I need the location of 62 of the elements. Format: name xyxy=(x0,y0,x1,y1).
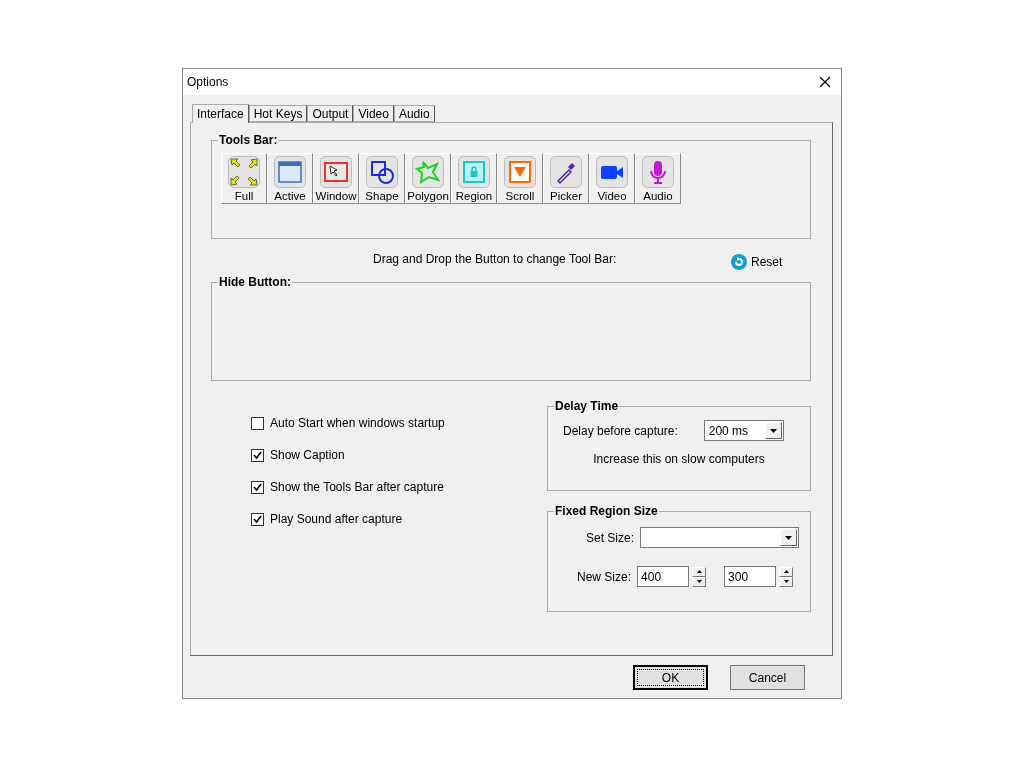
shapes-icon xyxy=(366,156,398,188)
cursor-icon xyxy=(320,156,352,188)
caret-up-icon xyxy=(783,570,789,573)
checkbox-label: Show the Tools Bar after capture xyxy=(270,480,444,494)
checkbox-label: Auto Start when windows startup xyxy=(270,416,445,430)
tab[interactable]: Output xyxy=(307,105,354,122)
caret-down-icon xyxy=(696,580,702,583)
tool-button[interactable]: Picker xyxy=(543,153,589,204)
lock-icon xyxy=(458,156,490,188)
checkbox[interactable] xyxy=(251,448,264,462)
field-label: New Size: xyxy=(577,569,632,584)
hint-text: Drag and Drop the Button to change Tool Bar: xyxy=(373,252,618,266)
caret-down-icon xyxy=(769,428,777,433)
group-title: Tools Bar: xyxy=(218,133,279,147)
tool-button[interactable]: Shape xyxy=(359,153,405,204)
checkbox[interactable] xyxy=(251,512,264,526)
reset-icon xyxy=(731,253,747,270)
checkbox[interactable] xyxy=(251,416,264,430)
dialog-button[interactable]: OK xyxy=(633,665,708,690)
video-camera-icon xyxy=(596,156,628,188)
spin-up-button[interactable] xyxy=(692,566,707,577)
microphone-icon xyxy=(642,156,674,188)
note-text: Increase this on slow computers xyxy=(592,452,766,466)
caret-down-icon xyxy=(783,580,789,583)
field-label: Set Size: xyxy=(586,530,635,545)
checkbox-label: Play Sound after capture xyxy=(270,512,403,526)
eyedropper-icon xyxy=(550,156,582,188)
tab[interactable]: Video xyxy=(353,105,394,122)
group-title: Delay Time xyxy=(554,399,620,413)
tool-button[interactable]: Audio xyxy=(635,153,681,204)
tool-button[interactable]: Video xyxy=(589,153,635,204)
set-size-dropdown[interactable] xyxy=(640,527,800,548)
height-field[interactable]: 300 xyxy=(724,566,777,587)
caret-down-icon xyxy=(785,535,793,540)
tab[interactable]: Audio xyxy=(393,105,435,122)
tab[interactable]: Hot Keys xyxy=(248,105,308,122)
arrows-icon xyxy=(228,156,260,188)
dialog-button[interactable]: Cancel xyxy=(730,665,805,690)
delay-dropdown[interactable]: 200 ms xyxy=(703,420,784,441)
window-icon xyxy=(274,156,306,188)
tab[interactable]: Interface xyxy=(192,104,249,123)
group-title: Hide Button: xyxy=(218,275,292,289)
width-field[interactable]: 400 xyxy=(637,566,690,587)
tool-button[interactable]: Region xyxy=(451,153,497,204)
tool-button[interactable]: Scroll xyxy=(497,153,543,204)
window-title: Options xyxy=(187,75,229,89)
tool-button[interactable]: Active xyxy=(267,153,313,204)
tool-button[interactable]: Full xyxy=(221,153,267,204)
reset-button[interactable]: Reset xyxy=(731,253,783,270)
close-button[interactable] xyxy=(817,74,833,90)
tool-button[interactable]: Window xyxy=(313,153,359,204)
spin-up-button[interactable] xyxy=(779,566,794,577)
group-title: Fixed Region Size xyxy=(554,504,659,518)
checkbox[interactable] xyxy=(251,480,264,494)
spin-down-button[interactable] xyxy=(779,576,794,587)
checkbox-label: Show Caption xyxy=(270,448,345,462)
caret-up-icon xyxy=(696,570,702,573)
tool-button[interactable]: Polygon xyxy=(405,153,451,204)
spin-down-button[interactable] xyxy=(692,576,707,587)
dropdown-button[interactable] xyxy=(780,529,798,546)
dropdown-button[interactable] xyxy=(764,422,782,439)
field-label: Delay before capture: xyxy=(563,423,678,438)
